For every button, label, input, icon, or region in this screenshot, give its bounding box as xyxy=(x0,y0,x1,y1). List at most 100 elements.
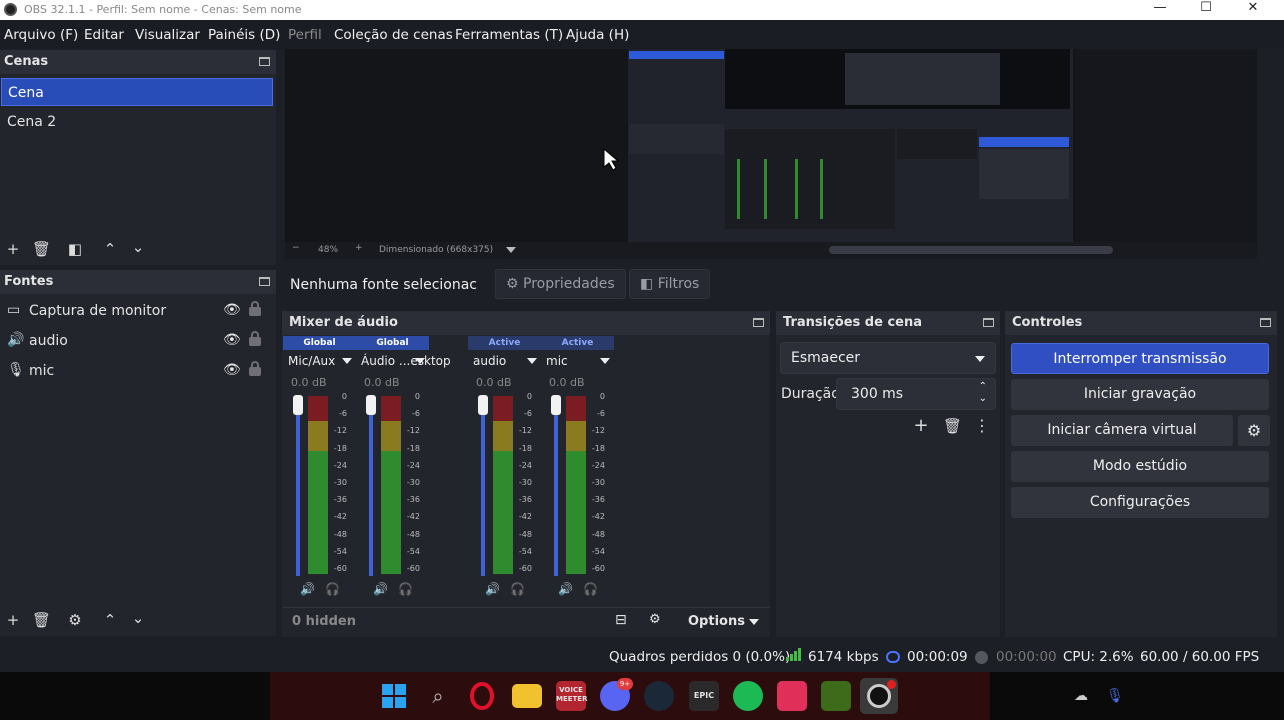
epic-games-icon[interactable]: EPIC xyxy=(689,681,719,711)
trash-icon[interactable]: 🗑 xyxy=(32,240,51,258)
layout-icon[interactable]: ⊟ xyxy=(615,612,627,628)
channel-name[interactable]: audio xyxy=(473,354,506,368)
volume-slider-track[interactable] xyxy=(481,398,485,576)
menu-editar[interactable]: Editar xyxy=(84,27,124,43)
zoom-in-icon[interactable]: + xyxy=(355,243,363,253)
opera-icon[interactable] xyxy=(467,681,497,711)
undock-icon[interactable] xyxy=(983,318,994,327)
gear-icon[interactable]: ⚙ xyxy=(66,611,84,629)
filters-button[interactable]: ◧ Filtros xyxy=(629,269,711,299)
channel-menu-dropdown-icon[interactable] xyxy=(527,358,537,364)
add-transition-icon[interactable]: + xyxy=(912,417,930,435)
speaker-icon[interactable]: 🔊 xyxy=(485,582,500,596)
eye-icon[interactable]: 👁 xyxy=(223,302,241,318)
obs-taskbar-icon[interactable] xyxy=(860,678,898,714)
menu-arquivo[interactable]: Arquivo (F) xyxy=(4,27,78,43)
channel-name[interactable]: mic xyxy=(546,354,568,368)
start-virtual-camera-button[interactable]: Iniciar câmera virtual xyxy=(1011,415,1233,446)
transition-select[interactable]: Esmaecer xyxy=(780,342,996,374)
settings-button[interactable]: Configurações xyxy=(1011,487,1269,518)
stop-streaming-button[interactable]: Interromper transmissão xyxy=(1011,343,1269,374)
horizontal-scrollbar[interactable] xyxy=(829,246,1113,254)
channel-menu-dropdown-icon[interactable] xyxy=(600,358,610,364)
source-item-audio[interactable]: 🔊 audio 👁 xyxy=(2,328,274,356)
menu-perfil[interactable]: Perfil xyxy=(288,27,322,43)
move-down-icon[interactable]: ⌄ xyxy=(129,609,147,627)
trash-icon[interactable]: 🗑 xyxy=(943,417,962,435)
move-up-icon[interactable]: ⌃ xyxy=(101,611,119,629)
minimize-button[interactable]: — xyxy=(1137,0,1183,20)
undock-icon[interactable] xyxy=(1260,318,1271,327)
filter-icon[interactable]: ◧ xyxy=(66,240,84,258)
db-scale-tick: -54 xyxy=(333,546,347,556)
lock-icon[interactable] xyxy=(249,331,261,346)
pocket-icon[interactable] xyxy=(777,681,807,711)
volume-slider-handle[interactable] xyxy=(478,395,488,415)
monitor-off-icon[interactable]: 🎧 xyxy=(325,582,340,596)
trash-icon[interactable]: 🗑 xyxy=(32,611,51,629)
voicemeeter-icon[interactable]: VOICE MEETER xyxy=(556,681,587,711)
menu-colecao-de-cenas[interactable]: Coleção de cenas xyxy=(334,27,453,43)
undock-icon[interactable] xyxy=(259,277,270,286)
preview-canvas[interactable] xyxy=(285,49,1257,242)
move-down-icon[interactable]: ⌄ xyxy=(129,238,147,256)
volume-slider-handle[interactable] xyxy=(293,395,303,415)
lock-icon[interactable] xyxy=(249,361,261,376)
menu-visualizar[interactable]: Visualizar xyxy=(135,27,200,43)
monitor-off-icon[interactable]: 🎧 xyxy=(398,582,413,596)
properties-button[interactable]: ⚙ Propriedades xyxy=(495,269,626,299)
discord-icon[interactable]: 9+ xyxy=(600,678,633,711)
scene-item-cena-2[interactable]: Cena 2 xyxy=(1,108,273,136)
menu-ajuda[interactable]: Ajuda (H) xyxy=(566,27,629,43)
nvidia-icon[interactable] xyxy=(821,681,851,711)
maximize-button[interactable]: ☐ xyxy=(1183,0,1229,20)
volume-slider-track[interactable] xyxy=(369,398,373,576)
source-item-mic[interactable]: 🎙 mic 👁 xyxy=(2,358,274,386)
file-explorer-icon[interactable] xyxy=(512,684,542,708)
channel-menu-dropdown-icon[interactable] xyxy=(342,358,352,364)
more-icon[interactable]: ⋮ xyxy=(973,417,991,435)
move-up-icon[interactable]: ⌃ xyxy=(101,240,119,258)
close-button[interactable]: ✕ xyxy=(1230,0,1276,20)
zoom-out-icon[interactable]: − xyxy=(292,243,300,253)
search-icon[interactable]: ⌕ xyxy=(423,681,453,711)
volume-slider-handle[interactable] xyxy=(366,395,376,415)
spotify-icon[interactable] xyxy=(733,681,763,711)
virtual-camera-settings-gear-icon[interactable]: ⚙ xyxy=(1238,415,1270,446)
channel-name[interactable]: Áudio ...esktop xyxy=(361,354,451,368)
monitor-off-icon[interactable]: 🎧 xyxy=(510,582,525,596)
mixer-options-button[interactable]: Options xyxy=(688,614,745,629)
spin-up-icon[interactable]: ⌃ xyxy=(979,381,987,392)
start-recording-button[interactable]: Iniciar gravação xyxy=(1011,379,1269,410)
studio-mode-button[interactable]: Modo estúdio xyxy=(1011,451,1269,482)
db-scale-tick: -36 xyxy=(406,495,420,505)
volume-slider-track[interactable] xyxy=(296,398,300,576)
speaker-icon[interactable]: 🔊 xyxy=(300,582,315,596)
undock-icon[interactable] xyxy=(753,318,764,327)
add-icon[interactable]: + xyxy=(4,240,22,258)
speaker-icon[interactable]: 🔊 xyxy=(558,582,573,596)
channel-menu-dropdown-icon[interactable] xyxy=(415,358,425,364)
windows-start-icon[interactable] xyxy=(379,681,409,711)
spin-down-icon[interactable]: ⌄ xyxy=(979,393,987,404)
source-item-captura[interactable]: ▭ Captura de monitor 👁 xyxy=(2,298,274,326)
menu-paineis[interactable]: Painéis (D) xyxy=(208,27,280,43)
eye-icon[interactable]: 👁 xyxy=(223,332,241,348)
monitor-off-icon[interactable]: 🎧 xyxy=(583,582,598,596)
lock-icon[interactable] xyxy=(249,301,261,316)
network-icon[interactable]: ☁ xyxy=(1070,681,1092,711)
volume-slider-handle[interactable] xyxy=(551,395,561,415)
steam-icon[interactable] xyxy=(644,681,674,711)
scale-dropdown-icon[interactable] xyxy=(506,247,516,253)
scene-item-cena[interactable]: Cena xyxy=(1,78,273,106)
undock-icon[interactable] xyxy=(259,57,270,66)
volume-slider-track[interactable] xyxy=(554,398,558,576)
channel-name[interactable]: Mic/Aux xyxy=(288,354,335,368)
microphone-tray-icon[interactable]: 🎙 xyxy=(1104,681,1126,711)
duration-spinbox[interactable]: 300 ms ⌃ ⌄ xyxy=(836,378,996,410)
speaker-icon[interactable]: 🔊 xyxy=(373,582,388,596)
menu-ferramentas[interactable]: Ferramentas (T) xyxy=(455,27,563,43)
eye-icon[interactable]: 👁 xyxy=(223,362,241,378)
advanced-audio-icon[interactable]: ⚙ xyxy=(649,612,661,627)
add-icon[interactable]: + xyxy=(4,611,22,629)
